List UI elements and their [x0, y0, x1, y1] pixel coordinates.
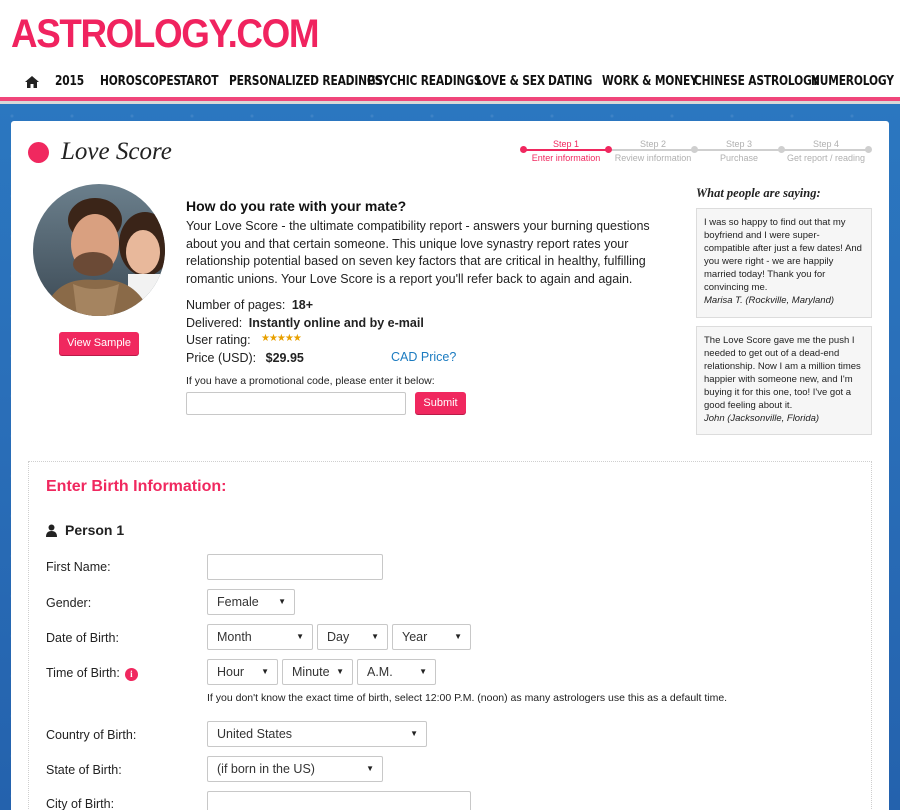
step-3-number: Step 3 [725, 139, 753, 149]
city-input[interactable] [207, 791, 471, 810]
chevron-down-icon: ▼ [336, 667, 344, 676]
birth-year-select[interactable]: Year ▼ [392, 624, 471, 650]
page-title: Love Score [61, 138, 172, 165]
nav-item-work-money[interactable]: WORK & MONEY [602, 74, 698, 89]
promo-label: If you have a promotional code, please e… [186, 375, 435, 387]
person-label: Person 1 [65, 522, 125, 538]
step-1-label: Enter information [531, 153, 601, 163]
first-name-input[interactable] [207, 554, 383, 580]
birth-hour-value: Hour [217, 665, 245, 679]
step-3-label: Purchase [719, 153, 759, 163]
nav-item-psychic-readings[interactable]: PSYCHIC READINGS [367, 74, 482, 89]
nav-item-tarot[interactable]: TAROT [180, 74, 219, 89]
country-label: Country of Birth: [46, 728, 137, 742]
gender-value: Female [217, 595, 259, 609]
info-icon[interactable]: i [124, 668, 138, 681]
chevron-down-icon: ▼ [419, 667, 427, 676]
gender-select[interactable]: Female ▼ [207, 589, 295, 615]
chevron-down-icon: ▼ [410, 729, 418, 738]
testimonial-card: I was so happy to find out that my boyfr… [696, 208, 872, 318]
pages-row: Number of pages: 18+ [186, 298, 313, 312]
country-value: United States [217, 727, 293, 741]
pages-label: Number of pages: [186, 298, 286, 312]
nav-item-dating[interactable]: DATING [548, 74, 592, 89]
nav-item-personalized-readings[interactable]: PERSONALIZED READINGS [229, 74, 383, 89]
birth-hour-select[interactable]: Hour ▼ [207, 659, 278, 685]
step-2-label: Review information [614, 153, 692, 163]
chevron-down-icon: ▼ [366, 764, 374, 773]
delivered-row: Delivered: Instantly online and by e-mai… [186, 316, 424, 330]
state-select[interactable]: (if born in the US) ▼ [207, 756, 383, 782]
couple-photo [33, 184, 165, 316]
promo-code-input[interactable] [186, 392, 406, 415]
chevron-down-icon: ▼ [296, 632, 304, 641]
birth-minute-value: Minute [292, 665, 330, 679]
step-4-label: Get report / reading [786, 153, 866, 163]
product-description: Your Love Score - the ultimate compatibi… [186, 219, 650, 286]
birth-day-value: Day [327, 630, 350, 644]
price-value: $29.95 [265, 351, 304, 365]
title-bullet-icon [28, 142, 49, 163]
rating-label: User rating: [186, 333, 251, 347]
product-question: How do you rate with your mate? [186, 198, 407, 214]
chevron-down-icon: ▼ [371, 632, 379, 641]
site-logo[interactable]: ASTROLOGY.COM [11, 12, 320, 57]
birth-ampm-value: A.M. [367, 665, 393, 679]
first-name-label: First Name: [46, 560, 111, 574]
birth-year-value: Year [402, 630, 428, 644]
birth-month-value: Month [217, 630, 252, 644]
tob-hint: If you don't know the exact time of birt… [207, 692, 728, 704]
testimonial-card: The Love Score gave me the push I needed… [696, 326, 872, 435]
chevron-down-icon: ▼ [261, 667, 269, 676]
birth-month-select[interactable]: Month ▼ [207, 624, 313, 650]
nav-item-horoscopes[interactable]: HOROSCOPES [100, 74, 181, 89]
testimonial-author: John (Jacksonville, Florida) [704, 413, 820, 424]
gender-label: Gender: [46, 596, 92, 610]
price-label: Price (USD): [186, 351, 257, 365]
pages-value: 18+ [291, 298, 314, 312]
testimonial-text: The Love Score gave me the push I needed… [704, 335, 861, 411]
tob-label: Time of Birth: [46, 666, 120, 680]
rating-stars-icon: ★★★★★ [261, 333, 302, 344]
nav-item-chinese-astrology[interactable]: CHINESE ASTROLOGY [694, 74, 819, 89]
testimonial-author: Marisa T. (Rockville, Maryland) [704, 295, 835, 306]
person-icon [46, 524, 57, 537]
person-heading: Person 1 [46, 522, 124, 538]
view-sample-button[interactable]: View Sample [59, 332, 139, 355]
testimonials-heading: What people are saying: [696, 186, 821, 200]
state-label: State of Birth: [46, 763, 122, 777]
city-label: City of Birth: [46, 797, 115, 810]
cad-price-link[interactable]: CAD Price? [391, 350, 456, 364]
tob-label-row: Time of Birth: i [46, 666, 138, 681]
promo-submit-button[interactable]: Submit [415, 392, 466, 414]
state-value: (if born in the US) [217, 762, 315, 776]
testimonial-text: I was so happy to find out that my boyfr… [704, 217, 862, 293]
step-4-number: Step 4 [812, 139, 840, 149]
dob-label: Date of Birth: [46, 631, 119, 645]
chevron-down-icon: ▼ [454, 632, 462, 641]
birth-day-select[interactable]: Day ▼ [317, 624, 388, 650]
nav-item-love-sex[interactable]: LOVE & SEX [476, 74, 545, 89]
form-title: Enter Birth Information: [46, 478, 227, 495]
chevron-down-icon: ▼ [278, 597, 286, 606]
delivered-label: Delivered: [186, 316, 243, 330]
rating-row: User rating: [186, 333, 251, 347]
home-icon[interactable] [24, 74, 40, 90]
country-select[interactable]: United States ▼ [207, 721, 427, 747]
nav-item-2015[interactable]: 2015 [55, 74, 84, 89]
nav-item-numerology[interactable]: NUMEROLOGY [811, 74, 894, 89]
delivered-value: Instantly online and by e-mail [248, 316, 424, 330]
step-1-number: Step 1 [552, 139, 580, 149]
price-row: Price (USD): $29.95 [186, 351, 304, 365]
birth-ampm-select[interactable]: A.M. ▼ [357, 659, 436, 685]
step-2-number: Step 2 [639, 139, 667, 149]
birth-minute-select[interactable]: Minute ▼ [282, 659, 353, 685]
